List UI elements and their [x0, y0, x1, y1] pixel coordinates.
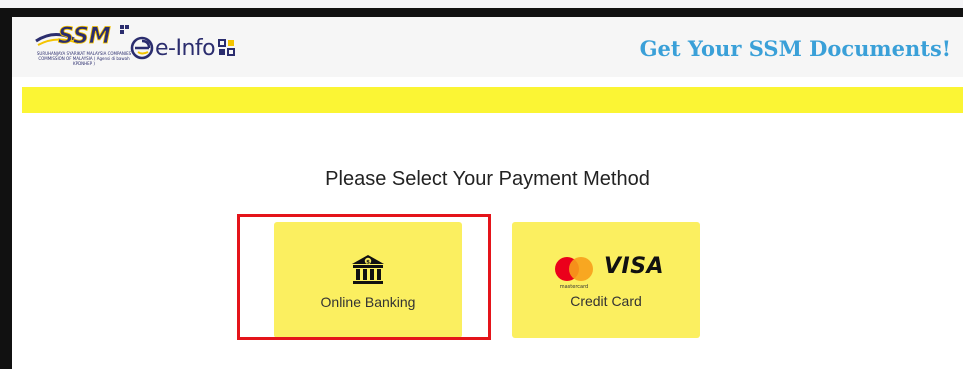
einfo-logo[interactable]: e-Info: [130, 33, 236, 63]
mastercard-label: mastercard: [559, 284, 589, 290]
selection-highlight: [237, 214, 491, 340]
ssm-logo[interactable]: SSM SURUHANJAYA SYARIKAT MALAYSIA COMPAN…: [34, 21, 136, 73]
banner-bar: [22, 87, 963, 113]
payment-page: SSM SURUHANJAYA SYARIKAT MALAYSIA COMPAN…: [12, 17, 963, 369]
credit-card-option[interactable]: mastercard VISA Credit Card: [512, 222, 700, 338]
ssm-logo-text: SSM: [58, 24, 111, 49]
header: SSM SURUHANJAYA SYARIKAT MALAYSIA COMPAN…: [12, 17, 963, 77]
ssm-logo-subtitle: SURUHANJAYA SYARIKAT MALAYSIA COMPANIES …: [36, 51, 132, 66]
ssm-logo-mark: SSM: [35, 24, 129, 49]
visa-logo: VISA: [604, 254, 665, 279]
mastercard-icon: [555, 257, 593, 281]
grid-icon: [218, 39, 236, 56]
einfo-text: e-Info: [155, 35, 216, 61]
einfo-e-icon: [130, 36, 154, 60]
screenshot-frame: SSM SURUHANJAYA SYARIKAT MALAYSIA COMPAN…: [0, 8, 963, 369]
payment-method-prompt: Please Select Your Payment Method: [325, 168, 650, 190]
tagline: Get Your SSM Documents!: [639, 36, 951, 61]
credit-card-label: Credit Card: [570, 293, 642, 309]
